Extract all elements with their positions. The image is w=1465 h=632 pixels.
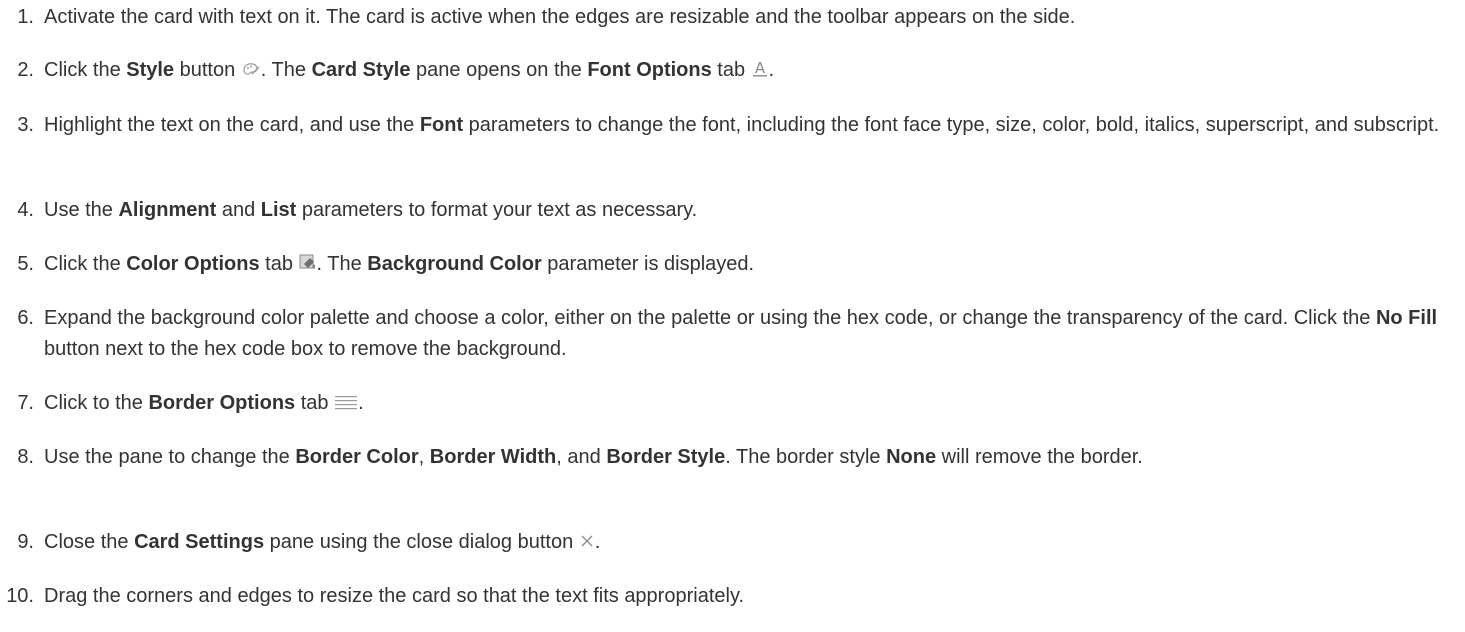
step-number: 2. (17, 59, 34, 81)
step-text-run: Click to the (44, 392, 149, 414)
ui-term: Font Options (587, 59, 712, 81)
step-text-run: Use the pane to change the (44, 446, 296, 468)
ui-term: Border Width (429, 446, 557, 468)
font-options-icon: A (751, 59, 769, 79)
step-text: Close the Card Settings pane using the c… (44, 527, 1460, 558)
step-number: 3. (17, 114, 34, 136)
step-text: Click the Style button . The Card Style … (44, 55, 1460, 86)
ui-term: Border Style (606, 446, 726, 468)
step-text: Use the pane to change the Border Color,… (44, 442, 1460, 473)
step-text-run: . The (260, 59, 312, 81)
step-text-run: pane using the close dialog button (264, 531, 579, 553)
border-options-icon (334, 394, 358, 410)
step-number: 7. (17, 392, 34, 414)
step-text-run: button (174, 59, 241, 81)
step-number: 1. (17, 6, 34, 28)
step-text-run: . (768, 59, 775, 81)
style-palette-icon (241, 61, 261, 77)
step-number: 8. (17, 446, 34, 468)
step-text: Use the Alignment and List parameters to… (44, 195, 1460, 226)
ui-term: Background Color (367, 253, 542, 275)
step-text-run: parameters to change the font, including… (463, 114, 1440, 136)
ui-term: Card Style (311, 59, 411, 81)
ui-term: Card Settings (134, 531, 265, 553)
instruction-list: 1. Activate the card with text on it. Th… (0, 0, 1465, 632)
step-text: Click the Color Options tab . The Backgr… (44, 249, 1460, 280)
step-text: Activate the card with text on it. The c… (44, 2, 1460, 33)
step-text-run: will remove the border. (936, 446, 1143, 468)
step-number: 6. (17, 307, 34, 329)
color-options-icon (299, 254, 317, 272)
step-text-run: . (358, 392, 364, 414)
step-text-run: Highlight the text on the card, and use … (44, 114, 420, 136)
ui-term: List (260, 199, 297, 221)
ui-term: Color Options (126, 253, 260, 275)
step-text-run: tab (295, 392, 335, 414)
step-text-run: . The border style (725, 446, 887, 468)
step-text-run: , and (556, 446, 607, 468)
step-text-run: parameters to format your text as necess… (296, 199, 698, 221)
step-text: Click to the Border Options tab . (44, 388, 1460, 419)
step-text: Drag the corners and edges to resize the… (44, 581, 1460, 612)
ui-term: Border Color (295, 446, 419, 468)
step-text-run: pane opens on the (410, 59, 588, 81)
step-text-run: Click the (44, 253, 127, 275)
ui-term: No Fill (1375, 307, 1438, 329)
step-text-run: Drag the corners and edges to resize the… (44, 585, 745, 607)
step-text-run: button next to the hex code box to remov… (44, 338, 567, 360)
step-text: Expand the background color palette and … (44, 303, 1460, 365)
ui-term: None (886, 446, 937, 468)
ui-term: Border Options (148, 392, 296, 414)
close-icon (579, 533, 595, 549)
ui-term: Font (419, 114, 464, 136)
step-text-run: Click the (44, 59, 127, 81)
step-text-run: Use the (44, 199, 119, 221)
step-text-run: . (594, 531, 601, 553)
step-text-run: , (418, 446, 430, 468)
step-text-run: tab (259, 253, 299, 275)
svg-text:A: A (755, 59, 766, 77)
step-text-run: . The (316, 253, 368, 275)
step-number: 9. (17, 531, 34, 553)
step-text-run: parameter is displayed. (541, 253, 755, 275)
ui-term: Style (126, 59, 175, 81)
step-text-run: tab (711, 59, 751, 81)
step-number: 5. (17, 253, 34, 275)
step-text-run: Expand the background color palette and … (44, 307, 1376, 329)
step-text-run: Close the (44, 531, 135, 553)
step-number: 4. (17, 199, 34, 221)
step-text-run: Activate the card with text on it. The c… (44, 6, 1076, 28)
step-number: 10. (6, 585, 34, 607)
step-text-run: and (216, 199, 261, 221)
ui-term: Alignment (118, 199, 217, 221)
step-text: Highlight the text on the card, and use … (44, 110, 1460, 141)
